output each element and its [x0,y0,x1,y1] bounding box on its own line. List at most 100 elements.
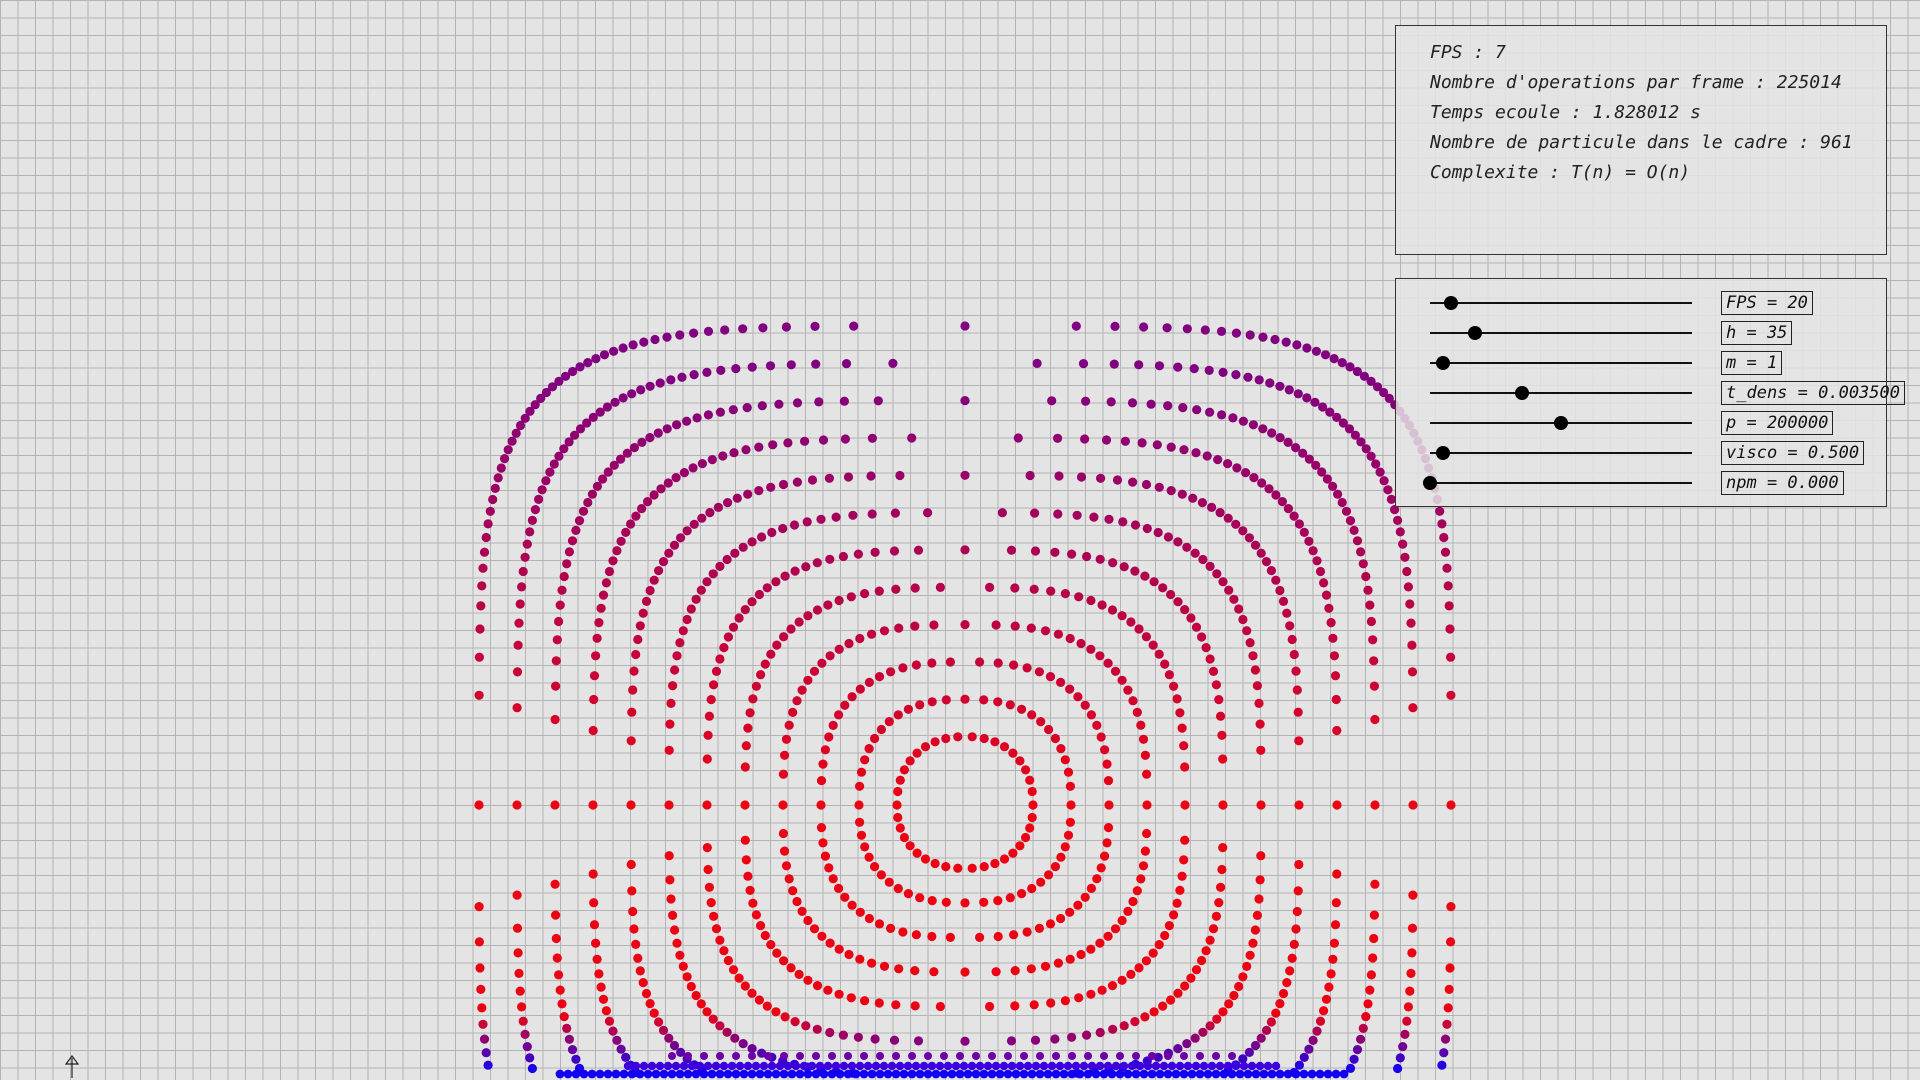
particle [956,1052,964,1060]
particle [847,900,857,910]
particle [1067,1069,1077,1079]
slider-track[interactable] [1430,482,1692,484]
particle [1173,362,1183,372]
particle [1101,435,1112,445]
particle [604,1016,615,1026]
slider-p[interactable]: p = 200000 [1430,411,1920,435]
particle [1440,1034,1451,1044]
particle [637,437,647,447]
particle [1068,1052,1076,1060]
slider-visco[interactable]: visco = 0.500 [1430,441,1920,465]
particle [1439,532,1449,543]
particle [1087,1061,1097,1071]
slider-handle[interactable] [1514,386,1529,400]
particle [870,862,880,872]
particle [757,532,767,542]
particle [1248,938,1258,948]
particle [1322,474,1332,484]
slider-track[interactable] [1430,302,1692,304]
particle [1009,930,1019,940]
particle [883,1069,893,1079]
particle [1289,511,1299,521]
particle [734,973,744,983]
particle [743,1061,753,1071]
particle [1180,835,1190,845]
slider-t-dens[interactable]: t_dens = 0.003500 [1430,381,1920,405]
particle [911,930,922,940]
particle [759,1061,769,1071]
particle [893,786,903,797]
particle [500,454,510,464]
particle [846,993,856,1003]
particle [1223,459,1233,469]
particle [1255,1061,1265,1071]
particle [867,958,877,968]
slider-track[interactable] [1430,452,1692,454]
particle [1258,332,1268,342]
particle [889,1035,900,1045]
slider-track[interactable] [1430,392,1692,394]
particle [520,552,530,562]
particle [1108,558,1118,568]
particle [1267,428,1277,438]
slider-track[interactable] [1430,362,1692,364]
particle [594,969,604,979]
particle [765,361,776,371]
particle [595,1069,605,1079]
particle [778,828,789,839]
particle [715,561,725,572]
particle [1180,605,1190,615]
slider-value-label: visco = 0.500 [1721,441,1865,465]
slider-handle[interactable] [1423,476,1437,490]
simulation-canvas[interactable]: FPS : 7 Nombre d'operations par frame : … [0,0,1920,1080]
particle [795,1069,805,1079]
slider-handle[interactable] [1436,446,1451,460]
particle [1025,470,1035,481]
particle [867,1069,877,1079]
particle [1307,1069,1317,1079]
particle [603,1069,613,1079]
particle [1080,892,1090,902]
particle [1205,561,1215,572]
particle [1328,633,1338,643]
slider-handle[interactable] [1436,356,1451,370]
slider-h[interactable]: h = 35 [1430,321,1920,345]
particle [945,932,956,943]
particle [768,440,778,450]
slider-m[interactable]: m = 1 [1430,351,1920,375]
particle [647,1061,657,1071]
particle [827,1069,837,1079]
slider-handle[interactable] [1443,296,1458,310]
particle [835,1069,845,1079]
particle [1293,886,1303,896]
particle [1017,704,1027,714]
slider-handle[interactable] [1467,326,1482,340]
particle [1110,321,1120,331]
particle [715,1069,725,1079]
particle [1050,547,1060,557]
slider-value-label: p = 200000 [1721,411,1834,435]
slider-fps[interactable]: FPS = 20 [1430,291,1920,315]
slider-npm[interactable]: npm = 0.000 [1423,471,1920,495]
particle [960,321,970,331]
particle [1256,851,1266,861]
particle [820,745,831,755]
particle [1065,684,1075,694]
particle [891,1000,901,1010]
slider-handle[interactable] [1554,416,1568,430]
particle [1177,489,1187,499]
particle [679,1061,689,1071]
particle [514,968,524,979]
particle [1395,527,1405,537]
particle [692,413,702,423]
particle [1084,1052,1092,1060]
particle [1171,1069,1181,1079]
particle [834,944,844,954]
particle [722,554,732,565]
particle [550,879,560,889]
particle [1065,781,1075,791]
particle [479,547,490,557]
particle [905,756,915,766]
particle [1163,401,1173,411]
particle [1158,583,1168,593]
